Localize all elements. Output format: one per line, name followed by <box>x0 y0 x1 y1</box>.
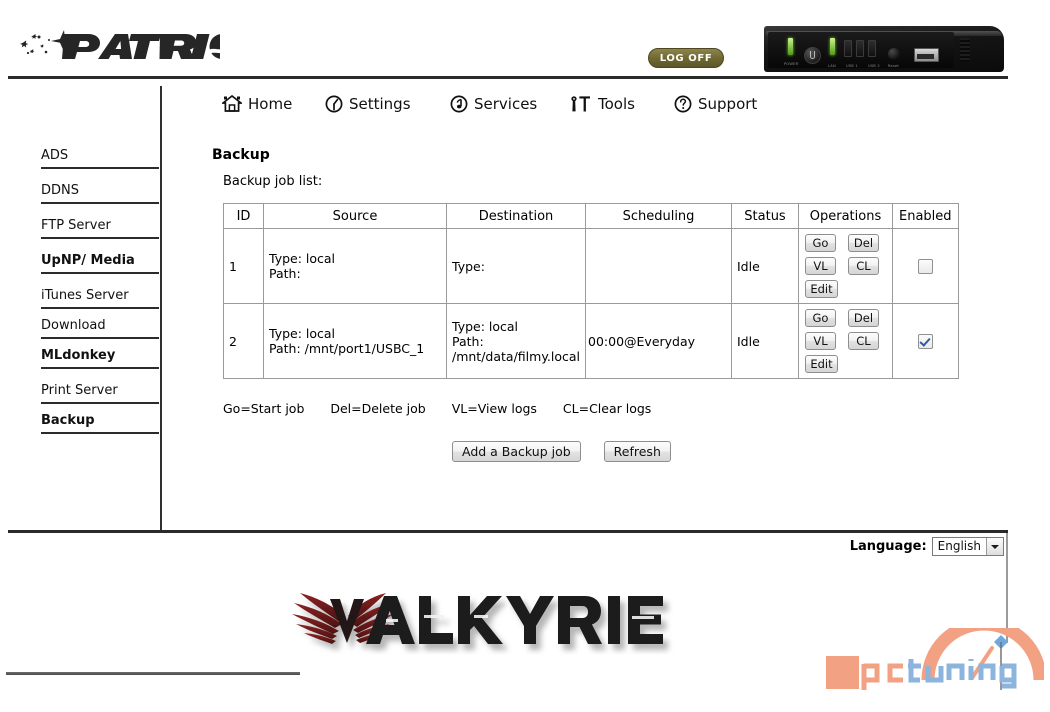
language-label: Language: <box>849 539 927 554</box>
row2-source: Type: local Path: /mnt/port1/USBC_1 <box>263 303 447 379</box>
row2-status: Idle <box>731 303 799 379</box>
row1-source-type: Type: local <box>269 251 336 266</box>
chevron-down-icon[interactable] <box>986 538 1003 555</box>
backup-jobs-table: ID Source Destination Scheduling Status … <box>223 203 959 379</box>
row1-scheduling <box>585 228 732 304</box>
footer-divider <box>8 530 1008 533</box>
language-selector: Language: English <box>850 537 1004 556</box>
row1-operations: Go Del VL CL Edit <box>798 228 893 304</box>
pctuning-watermark <box>816 617 1047 708</box>
table-row: 2 Type: local Path: /mnt/port1/USBC_1 Ty… <box>223 303 959 379</box>
row1-vl-button[interactable]: VL <box>805 257 836 275</box>
row1-cl-button[interactable]: CL <box>847 257 879 275</box>
legend-del: Del=Delete job <box>330 401 426 416</box>
table-header-row: ID Source Destination Scheduling Status … <box>223 203 959 229</box>
row2-ops-line3: Edit <box>805 355 892 373</box>
legend-vl: VL=View logs <box>451 401 537 416</box>
footer-right-divider <box>1006 533 1008 643</box>
operations-legend: Go=Start job Del=Delete job VL=View logs… <box>223 401 651 416</box>
row2-enabled-checkbox[interactable] <box>917 334 933 349</box>
row2-scheduling: 00:00@Everyday <box>585 303 732 379</box>
row2-del-button[interactable]: Del <box>847 309 879 327</box>
row2-enabled-cell <box>892 303 959 379</box>
row1-edit-button[interactable]: Edit <box>805 280 838 298</box>
legend-go: Go=Start job <box>223 401 305 416</box>
row1-source-path: Path: <box>269 266 301 281</box>
refresh-button[interactable]: Refresh <box>603 441 671 462</box>
row1-dest-type: Type: <box>452 258 485 274</box>
pctuning-watermark-mark <box>826 617 1047 690</box>
row2-ops-line1: Go Del <box>805 309 892 332</box>
row2-id: 2 <box>223 303 264 379</box>
row2-dest-type: Type: local <box>452 318 519 334</box>
row2-dest-path: Path: /mnt/data/filmy.local <box>452 333 581 364</box>
row1-ops-line1: Go Del <box>805 234 892 257</box>
row2-source-path: Path: /mnt/port1/USBC_1 <box>269 341 425 356</box>
backup-job-list-label: Backup job list: <box>223 174 323 189</box>
row2-go-button[interactable]: Go <box>805 309 836 327</box>
legend-cl: CL=Clear logs <box>562 401 652 416</box>
table-row: 1 Type: local Path: Type: Idle Go Del VL… <box>223 228 959 304</box>
row1-del-button[interactable]: Del <box>847 234 879 252</box>
language-value: English <box>932 538 986 555</box>
col-header-status: Status <box>731 203 799 229</box>
col-header-enabled: Enabled <box>892 203 959 229</box>
valkyrie-logo-mark <box>292 593 663 644</box>
col-header-source: Source <box>263 203 447 229</box>
col-header-id: ID <box>223 203 264 229</box>
row1-status: Idle <box>731 228 799 304</box>
language-dropdown[interactable]: English <box>931 537 1004 556</box>
row1-go-button[interactable]: Go <box>805 234 836 252</box>
page-title: Backup <box>212 147 270 163</box>
action-buttons: Add a Backup job Refresh <box>452 441 671 462</box>
row2-operations: Go Del VL CL Edit <box>798 303 893 379</box>
row2-cl-button[interactable]: CL <box>847 332 879 350</box>
row1-ops-line3: Edit <box>805 280 892 298</box>
valkyrie-logo <box>288 583 688 655</box>
watermark-rule <box>6 672 300 675</box>
row2-edit-button[interactable]: Edit <box>805 355 838 373</box>
row1-enabled-checkbox[interactable] <box>917 259 933 274</box>
col-header-destination: Destination <box>446 203 586 229</box>
row2-source-type: Type: local <box>269 326 336 341</box>
add-backup-job-button[interactable]: Add a Backup job <box>452 441 581 462</box>
col-header-scheduling: Scheduling <box>585 203 732 229</box>
row1-destination: Type: <box>446 228 586 304</box>
row1-ops-line2: VL CL <box>805 257 892 280</box>
row1-enabled-cell <box>892 228 959 304</box>
col-header-operations: Operations <box>798 203 893 229</box>
row2-vl-button[interactable]: VL <box>805 332 836 350</box>
row2-destination: Type: local Path: /mnt/data/filmy.local <box>446 303 586 379</box>
row2-ops-line2: VL CL <box>805 332 892 355</box>
row1-source: Type: local Path: <box>263 228 447 304</box>
row1-id: 1 <box>223 228 264 304</box>
